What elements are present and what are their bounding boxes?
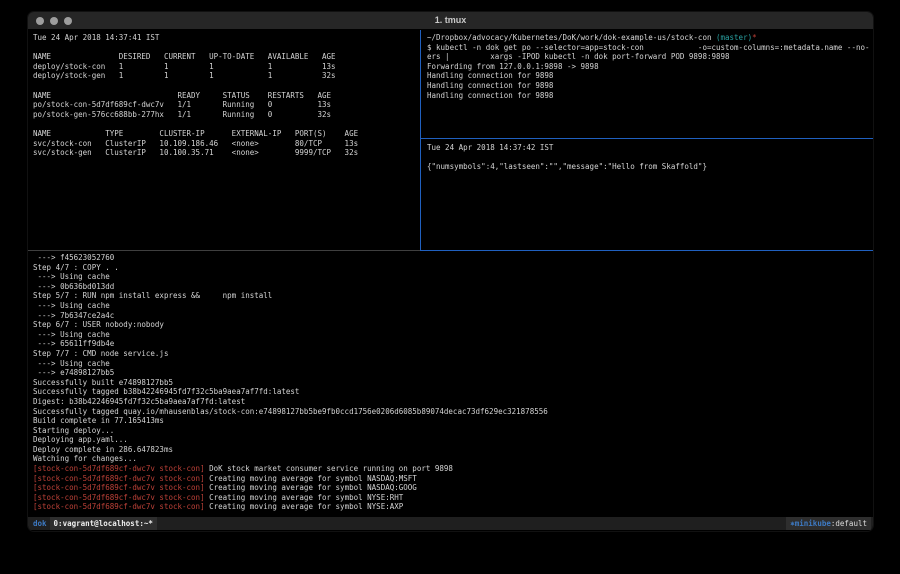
terminal-text-segment: ~/Dropbox/advocacy/Kubernetes/DoK/work/d… [427, 33, 716, 42]
terminal-line: Deploy complete in 286.647823ms [33, 445, 868, 455]
pane-divider-vertical[interactable] [420, 30, 421, 250]
terminal-line: Handling connection for 9898 [427, 71, 869, 81]
terminal-line: Tue 24 Apr 2018 14:37:41 IST [33, 33, 419, 43]
terminal-line: ---> Using cache [33, 301, 868, 311]
terminal-line: deploy/stock-gen 1 1 1 1 32s [33, 71, 419, 81]
terminal-text-segment: Creating moving average for symbol NYSE:… [205, 493, 404, 502]
terminal-line: ers | xargs -IPOD kubectl -n dok port-fo… [427, 52, 869, 62]
terminal-line: ---> 65611ff9db4e [33, 339, 868, 349]
terminal-text-segment: [stock-con-5d7df689cf-dwc7v stock-con] [33, 493, 205, 502]
terminal-line: Forwarding from 127.0.0.1:9898 -> 9898 [427, 62, 869, 72]
terminal-line: NAME DESIRED CURRENT UP-TO-DATE AVAILABL… [33, 52, 419, 62]
terminal-line: deploy/stock-con 1 1 1 1 13s [33, 62, 419, 72]
terminal-window: 1. tmux Tue 24 Apr 2018 14:37:41 IST NAM… [28, 12, 873, 531]
terminal-line: Starting deploy... [33, 426, 868, 436]
terminal-text-segment: Creating moving average for symbol NYSE:… [205, 502, 404, 511]
terminal-line [427, 153, 869, 163]
terminal-line: Handling connection for 9898 [427, 91, 869, 101]
desktop-background: 1. tmux Tue 24 Apr 2018 14:37:41 IST NAM… [0, 0, 900, 574]
terminal-line: ---> Using cache [33, 272, 868, 282]
pane-divider-main-left[interactable] [28, 250, 420, 251]
terminal-line: ---> f45623052760 [33, 253, 868, 263]
pane-kubectl-watch[interactable]: Tue 24 Apr 2018 14:37:41 IST NAME DESIRE… [33, 33, 419, 249]
terminal-line: {"numsymbols":4,"lastseen":"","message":… [427, 162, 869, 172]
terminal-line: svc/stock-gen ClusterIP 10.100.35.71 <no… [33, 148, 419, 158]
terminal-line: [stock-con-5d7df689cf-dwc7v stock-con] C… [33, 483, 868, 493]
terminal-line: ---> 7b6347ce2a4c [33, 311, 868, 321]
terminal-line: $ kubectl -n dok get po --selector=app=s… [427, 43, 869, 53]
terminal-line: po/stock-gen-576cc688bb-277hx 1/1 Runnin… [33, 110, 419, 120]
terminal-line: Step 5/7 : RUN npm install express && np… [33, 291, 868, 301]
pane-divider-main-right[interactable] [420, 250, 873, 251]
terminal-text-segment: Creating moving average for symbol NASDA… [205, 483, 417, 492]
status-bar-right: ⎈minikube:default [786, 517, 871, 530]
terminal-text-segment: [stock-con-5d7df689cf-dwc7v stock-con] [33, 502, 205, 511]
terminal-text-segment: [stock-con-5d7df689cf-dwc7v stock-con] [33, 474, 205, 483]
terminal-line: Handling connection for 9898 [427, 81, 869, 91]
terminal-line: Successfully tagged quay.io/mhausenblas/… [33, 407, 868, 417]
terminal-text-segment: * [752, 33, 757, 42]
pane-port-forward[interactable]: ~/Dropbox/advocacy/Kubernetes/DoK/work/d… [427, 33, 869, 137]
terminal-line: [stock-con-5d7df689cf-dwc7v stock-con] C… [33, 502, 868, 512]
pane-divider-right-horizontal[interactable] [421, 138, 873, 139]
terminal-line: NAME TYPE CLUSTER-IP EXTERNAL-IP PORT(S)… [33, 129, 419, 139]
tmux-status-bar: dok 0:vagrant@localhost:~* ⎈minikube:def… [28, 517, 873, 530]
terminal-line: Tue 24 Apr 2018 14:37:42 IST [427, 143, 869, 153]
kube-context-label: minikube [795, 519, 831, 528]
terminal-line: [stock-con-5d7df689cf-dwc7v stock-con] C… [33, 474, 868, 484]
current-window-label[interactable]: 0:vagrant@localhost:~* [50, 517, 157, 530]
pane-service-response[interactable]: Tue 24 Apr 2018 14:37:42 IST {"numsymbol… [427, 143, 869, 248]
terminal-line: Step 4/7 : COPY . . [33, 263, 868, 273]
terminal-line: Step 7/7 : CMD node service.js [33, 349, 868, 359]
terminal-line: Step 6/7 : USER nobody:nobody [33, 320, 868, 330]
terminal-line: [stock-con-5d7df689cf-dwc7v stock-con] D… [33, 464, 868, 474]
terminal-line: Successfully tagged b38b42246945fd7f32c5… [33, 387, 868, 397]
kube-namespace-label: :default [831, 519, 867, 528]
terminal-line: ---> Using cache [33, 330, 868, 340]
pane-skaffold-log[interactable]: ---> f45623052760Step 4/7 : COPY . . ---… [33, 253, 868, 516]
terminal-line [33, 119, 419, 129]
terminal-line: ---> e74898127bb5 [33, 368, 868, 378]
terminal-line: Deploying app.yaml... [33, 435, 868, 445]
terminal-line: [stock-con-5d7df689cf-dwc7v stock-con] C… [33, 493, 868, 503]
session-name[interactable]: dok [30, 517, 50, 530]
terminal-line: ~/Dropbox/advocacy/Kubernetes/DoK/work/d… [427, 33, 869, 43]
terminal-text-segment: Creating moving average for symbol NASDA… [205, 474, 417, 483]
tmux-terminal: Tue 24 Apr 2018 14:37:41 IST NAME DESIRE… [28, 30, 873, 531]
terminal-line: svc/stock-con ClusterIP 10.109.186.46 <n… [33, 139, 419, 149]
window-title: 1. tmux [28, 15, 873, 25]
terminal-line: NAME READY STATUS RESTARTS AGE [33, 91, 419, 101]
window-titlebar[interactable]: 1. tmux [28, 12, 873, 30]
terminal-line: ---> Using cache [33, 359, 868, 369]
terminal-line: ---> 0b636bd013dd [33, 282, 868, 292]
terminal-line: Successfully built e74898127bb5 [33, 378, 868, 388]
terminal-text-segment: (master) [716, 33, 752, 42]
terminal-line: Watching for changes... [33, 454, 868, 464]
terminal-line [33, 81, 419, 91]
terminal-line: Build complete in 77.165413ms [33, 416, 868, 426]
terminal-line [33, 43, 419, 53]
terminal-text-segment: [stock-con-5d7df689cf-dwc7v stock-con] [33, 483, 205, 492]
terminal-text-segment: [stock-con-5d7df689cf-dwc7v stock-con] [33, 464, 205, 473]
terminal-line: po/stock-con-5d7df689cf-dwc7v 1/1 Runnin… [33, 100, 419, 110]
terminal-line: Digest: b38b42246945fd7f32c5ba9aea7af7fd… [33, 397, 868, 407]
terminal-text-segment: DoK stock market consumer service runnin… [205, 464, 453, 473]
